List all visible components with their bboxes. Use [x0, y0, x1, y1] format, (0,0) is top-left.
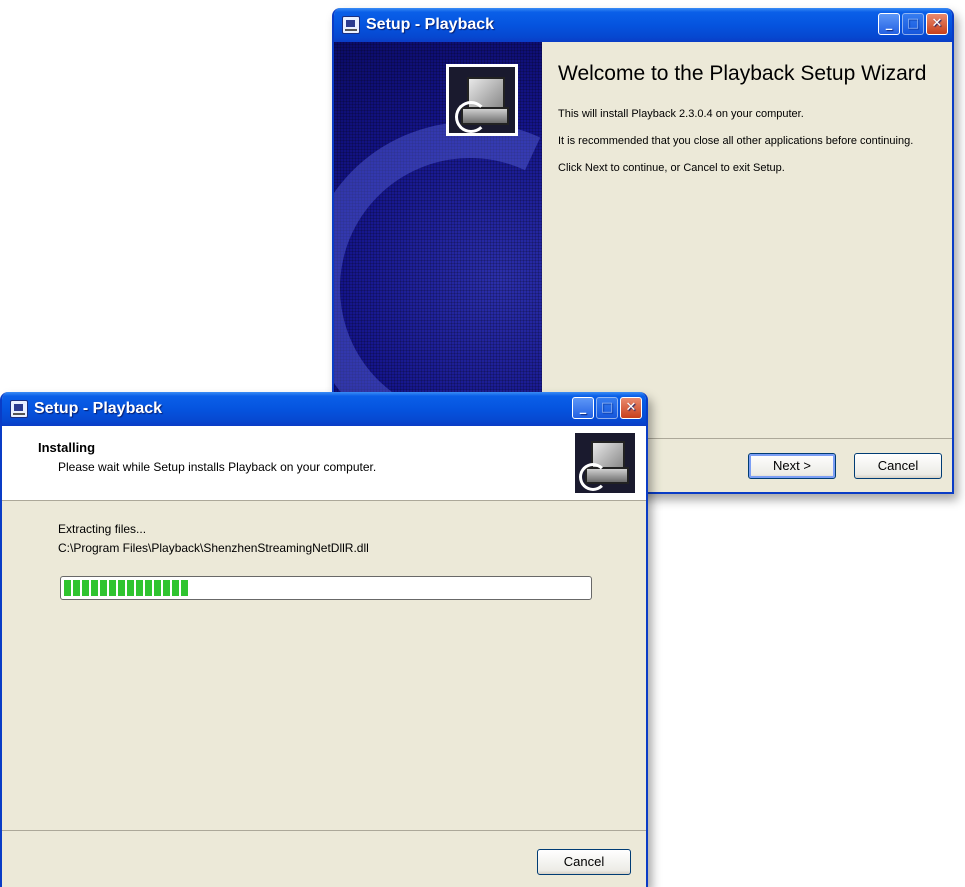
minimize-icon[interactable]: _ [572, 397, 594, 419]
welcome-window-title: Setup - Playback [366, 16, 495, 33]
installing-subheading: Please wait while Setup installs Playbac… [58, 460, 377, 474]
next-button[interactable]: Next > [748, 453, 836, 479]
minimize-icon[interactable]: _ [878, 13, 900, 35]
current-file-path: C:\Program Files\Playback\ShenzhenStream… [58, 541, 369, 555]
welcome-paragraph: Click Next to continue, or Cancel to exi… [558, 162, 785, 174]
installing-window-controls: _ □ ✕ [572, 397, 642, 419]
status-text: Extracting files... [58, 522, 147, 536]
installing-footer: Cancel [2, 830, 646, 887]
welcome-window-controls: _ □ ✕ [878, 13, 948, 35]
welcome-paragraph: It is recommended that you close all oth… [558, 135, 914, 147]
welcome-paragraph: This will install Playback 2.3.0.4 on yo… [558, 108, 804, 120]
progress-fill [64, 580, 190, 596]
maximize-icon: □ [902, 13, 924, 35]
installing-header: Installing Please wait while Setup insta… [2, 426, 646, 501]
install-progress-bar [60, 576, 592, 600]
setup-app-icon [10, 400, 28, 418]
welcome-content: Welcome to the Playback Setup Wizard Thi… [558, 62, 938, 188]
maximize-icon: □ [596, 397, 618, 419]
welcome-heading: Welcome to the Playback Setup Wizard [558, 62, 927, 85]
setup-computer-icon [572, 430, 638, 496]
close-icon[interactable]: ✕ [620, 397, 642, 419]
welcome-window-titlebar[interactable]: Setup - Playback _ □ ✕ [334, 8, 952, 42]
installing-body: Extracting files... C:\Program Files\Pla… [2, 500, 646, 887]
installing-window-titlebar[interactable]: Setup - Playback _ □ ✕ [2, 392, 646, 426]
setup-app-icon [342, 16, 360, 34]
wizard-side-banner [334, 42, 542, 438]
welcome-text: This will install Playback 2.3.0.4 on yo… [558, 107, 938, 175]
installing-heading: Installing [38, 440, 96, 455]
close-icon[interactable]: ✕ [926, 13, 948, 35]
cancel-button[interactable]: Cancel [537, 849, 631, 875]
setup-computer-icon [446, 64, 518, 136]
installing-window-title: Setup - Playback [34, 400, 163, 417]
installing-window: Setup - Playback _ □ ✕ Installing Please… [0, 392, 648, 887]
welcome-cancel-button[interactable]: Cancel [854, 453, 942, 479]
